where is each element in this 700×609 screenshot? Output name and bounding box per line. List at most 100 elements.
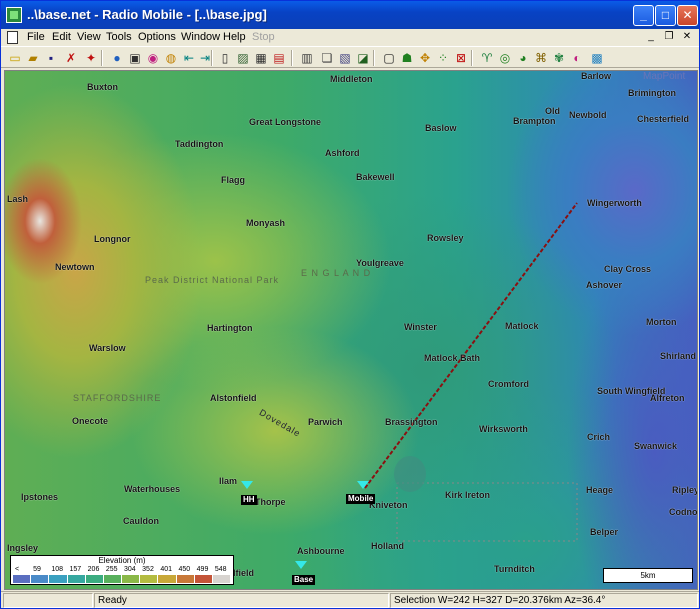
mdi-minimize-button[interactable]: _: [643, 30, 659, 44]
mdi-close-button[interactable]: ✕: [679, 30, 695, 44]
open-folder-icon[interactable]: ▭: [7, 50, 23, 66]
menu-window[interactable]: Window: [181, 31, 220, 43]
town-label: Kirk Ireton: [445, 490, 491, 500]
network-members-icon[interactable]: ✦: [83, 50, 99, 66]
menu-file[interactable]: File: [27, 31, 45, 43]
town-label: Ingsley: [7, 543, 39, 553]
unit-label-base[interactable]: Base: [292, 575, 316, 585]
save-picture-icon[interactable]: ▦: [253, 50, 269, 66]
elevation-picture-icon[interactable]: ▨: [235, 50, 251, 66]
elevation-color-swatch: [49, 575, 68, 583]
town-label: Ashover: [586, 280, 623, 290]
town-label: Newbold: [569, 110, 607, 120]
grid-icon[interactable]: ⁘: [435, 50, 451, 66]
cartesian-coverage-icon[interactable]: ⌘: [533, 50, 549, 66]
menu-tools[interactable]: Tools: [106, 31, 132, 43]
elevation-color-swatch: [31, 575, 50, 583]
unit-marker-mobile-icon[interactable]: [357, 481, 369, 489]
town-label: Codnor: [669, 507, 698, 517]
paste-icon[interactable]: ▧: [337, 50, 353, 66]
elevation-tick-label: 304: [124, 566, 136, 573]
elevation-color-swatch: [103, 575, 123, 583]
copy-icon[interactable]: ❏: [319, 50, 335, 66]
elevation-color-bar: [13, 575, 232, 583]
menu-bar: File Edit View Tools Options Window Help…: [1, 29, 699, 46]
unit-label-mobile[interactable]: Mobile: [346, 494, 376, 504]
town-label: Alstonfield: [210, 393, 257, 403]
town-label: Brassington: [385, 417, 438, 427]
region-label: Peak District National Park: [145, 275, 280, 285]
print-icon[interactable]: ▥: [299, 50, 315, 66]
toolbar-separator: [471, 50, 473, 66]
toolbar: ▭ ▰ ▪ ✗ ✦ ● ▣ ◉ ◍ ⇤ ⇥ ▯ ▨ ▦ ▤ ▥ ❏ ▧ ◪ ▢ ☗ ✥ ⁘ ⊠ ♈ ◎ ◕ ⌘ ✾ ◐ ▩: [1, 46, 699, 68]
maximize-button[interactable]: □: [655, 5, 676, 26]
town-label: Flagg: [221, 175, 245, 185]
world-map-icon[interactable]: ●: [109, 50, 125, 66]
town-label: Parwich: [308, 417, 343, 427]
region-label: E N G L A N D: [301, 268, 372, 278]
mappoint-logo: MapPoint: [643, 71, 686, 82]
title-bar[interactable]: ..\base.net - Radio Mobile - [..\base.jp…: [1, 1, 699, 29]
coverage-icon[interactable]: ◎: [497, 50, 513, 66]
shift-left-icon[interactable]: ⇤: [181, 50, 197, 66]
export-icon[interactable]: ◪: [355, 50, 371, 66]
elevation-tick-label: 255: [105, 566, 118, 573]
menu-view[interactable]: View: [77, 31, 101, 43]
merge-pictures-icon[interactable]: ◉: [145, 50, 161, 66]
document-icon[interactable]: [7, 31, 18, 44]
menu-stop[interactable]: Stop: [252, 31, 275, 43]
town-label: Cromford: [488, 379, 529, 389]
elevation-color-swatch: [176, 575, 195, 583]
status-bar: Ready Selection W=242 H=327 D=20.376km A…: [1, 591, 699, 608]
interference-icon[interactable]: ✾: [551, 50, 567, 66]
save-icon[interactable]: ▪: [43, 50, 59, 66]
map-picture[interactable]: MapPoint Peak District National Park E N…: [4, 70, 698, 590]
menu-help[interactable]: Help: [223, 31, 246, 43]
radio-link-icon[interactable]: ♈: [479, 50, 495, 66]
town-label: Barlow: [581, 71, 612, 81]
unit-label-hh[interactable]: HH: [241, 495, 257, 505]
map-properties-icon[interactable]: ▣: [127, 50, 143, 66]
open-network-icon[interactable]: ▰: [25, 50, 41, 66]
town-label: Buxton: [87, 82, 118, 92]
menu-edit[interactable]: Edit: [52, 31, 71, 43]
elevation-tick-label: 499: [196, 566, 209, 573]
network-properties-icon[interactable]: ✗: [63, 50, 79, 66]
unit-marker-base-icon[interactable]: [295, 561, 307, 569]
pdf-picture-icon[interactable]: ▤: [271, 50, 287, 66]
find-best-site-icon[interactable]: ☗: [399, 50, 415, 66]
combine-icon[interactable]: ◍: [163, 50, 179, 66]
town-label: Taddington: [175, 139, 224, 149]
elevation-tick-label: 548: [214, 566, 227, 573]
radio-mobile-app-icon[interactable]: [6, 7, 22, 23]
minimize-button[interactable]: _: [633, 5, 654, 26]
elevation-legend-title: Elevation (m): [98, 556, 146, 565]
window-title: ..\base.net - Radio Mobile - [..\base.jp…: [27, 7, 267, 22]
polar-coverage-icon[interactable]: ◕: [515, 50, 531, 66]
status-panel-state: Ready: [94, 593, 389, 608]
town-label: Warslow: [89, 343, 126, 353]
unit-marker-hh-icon[interactable]: [241, 481, 253, 489]
new-picture-icon[interactable]: ▯: [217, 50, 233, 66]
town-label: Cauldon: [123, 516, 159, 526]
unit-properties-icon[interactable]: ✥: [417, 50, 433, 66]
rectangle-select-icon[interactable]: ▢: [381, 50, 397, 66]
town-label: Alfreton: [650, 393, 685, 403]
shift-right-icon[interactable]: ⇥: [197, 50, 213, 66]
clear-icon[interactable]: ⊠: [453, 50, 469, 66]
visual-coverage-icon[interactable]: ◐: [569, 50, 585, 66]
town-label: Newtown: [55, 262, 95, 272]
elevation-color-swatch: [85, 575, 104, 583]
menu-options[interactable]: Options: [138, 31, 176, 43]
close-button[interactable]: ✕: [677, 5, 698, 26]
town-label: Waterhouses: [124, 484, 181, 494]
elevation-tick-label: 352: [142, 566, 154, 573]
town-label: Turnditch: [494, 564, 535, 574]
town-label: Thorpe: [255, 497, 286, 507]
mdi-restore-button[interactable]: ❐: [661, 30, 677, 44]
town-label: Ilam: [219, 476, 238, 486]
town-label: Lash: [7, 194, 29, 204]
elevation-color-swatch: [140, 575, 159, 583]
town-label: Ipstones: [21, 492, 59, 502]
3d-view-icon[interactable]: ▩: [589, 50, 605, 66]
